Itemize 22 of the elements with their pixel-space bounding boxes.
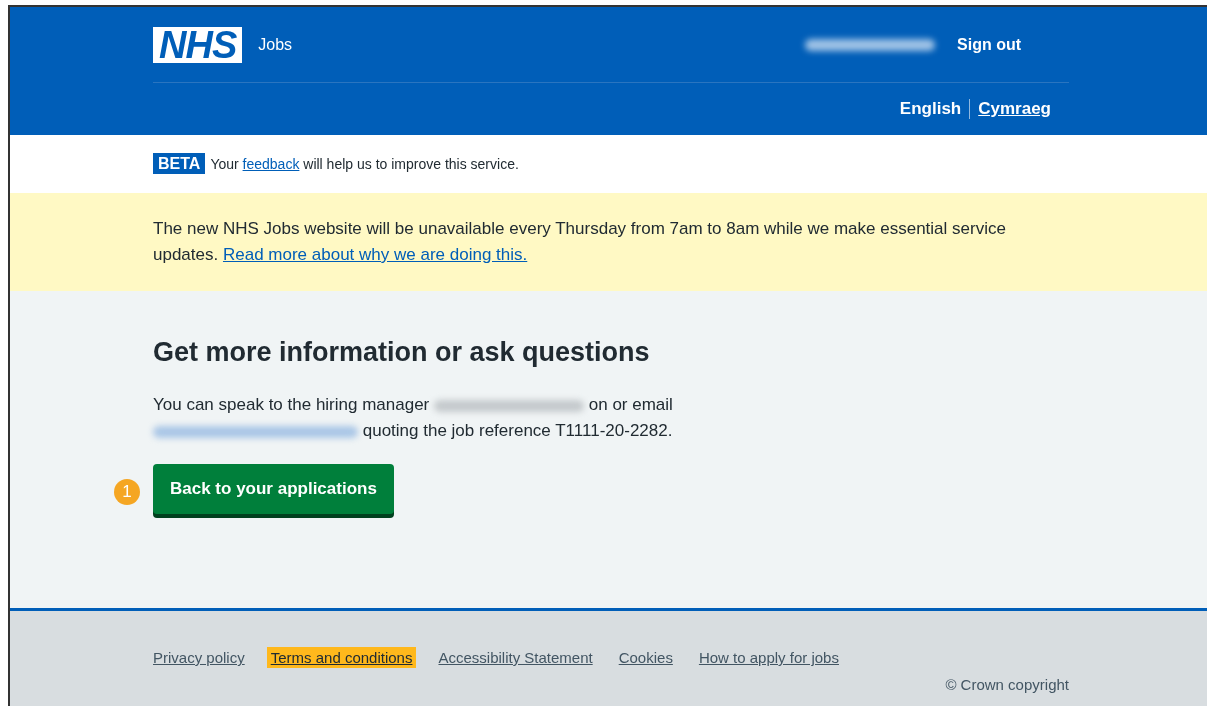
service-name: Jobs <box>258 35 293 54</box>
body-text: quoting the job reference T1111-20-2282. <box>362 421 673 440</box>
body-text: on or email <box>588 395 673 414</box>
beta-text: will help us to improve this service. <box>303 156 519 172</box>
nhs-logo[interactable]: NHS <box>153 26 243 63</box>
footer-link[interactable]: How to apply for jobs <box>694 647 843 668</box>
footer-link[interactable]: Cookies <box>614 647 677 668</box>
feedback-link[interactable]: feedback <box>242 156 300 172</box>
language-link[interactable]: Cymraeg <box>969 99 1059 119</box>
footer-link[interactable]: Terms and conditions <box>266 647 417 668</box>
beta-text: Your <box>210 156 239 172</box>
footer-link[interactable]: Privacy policy <box>149 647 249 668</box>
body-text: You can speak to the hiring manager <box>153 395 430 414</box>
sign-out-link[interactable]: Sign out <box>957 35 1021 54</box>
copyright-text: © Crown copyright <box>944 676 1069 693</box>
step-callout: 1 <box>114 479 140 505</box>
page-heading: Get more information or ask questions <box>153 337 651 368</box>
beta-tag: BETA <box>153 153 206 174</box>
footer-link[interactable]: Accessibility Statement <box>434 647 597 668</box>
read-more-link[interactable]: Read more about why we are doing this. <box>222 245 528 264</box>
service-notice: The new NHS Jobs website will be unavailable every Thursday from 7am to 8am while we make essential service updates. Read more about why we are doing this. <box>153 218 1007 266</box>
language-link[interactable]: English <box>891 99 970 119</box>
